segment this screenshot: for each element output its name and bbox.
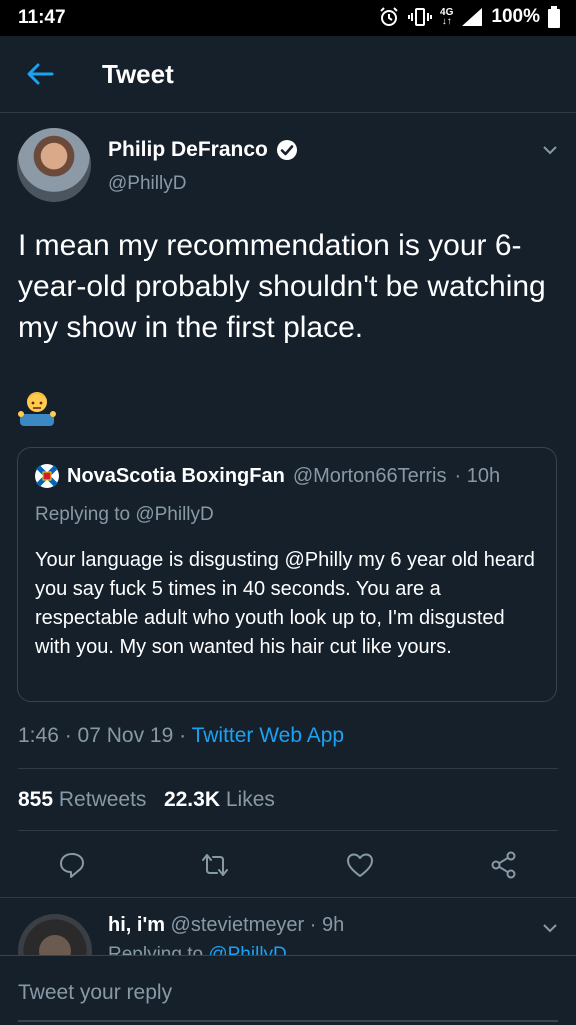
status-bar: 11:47 4G ↓↑ 100% bbox=[0, 0, 576, 36]
quoted-author-handle: @Morton66Terris bbox=[292, 464, 447, 487]
vibrate-icon bbox=[408, 8, 433, 26]
tweet-source-link[interactable]: Twitter Web App bbox=[192, 724, 345, 747]
reply-input[interactable]: Tweet your reply bbox=[18, 981, 172, 1005]
reply-time: · 9h bbox=[309, 914, 345, 936]
divider bbox=[0, 897, 576, 898]
person-shrugging-emoji-icon bbox=[18, 392, 56, 426]
battery-percent: 100% bbox=[491, 6, 540, 27]
back-arrow-icon[interactable] bbox=[24, 58, 56, 90]
reply-compose-bar[interactable]: Tweet your reply bbox=[0, 955, 576, 1025]
data-arrows-icon: ↓↑ bbox=[441, 16, 452, 27]
tweet-timestamp: 1:46 · 07 Nov 19 · bbox=[18, 724, 192, 747]
signal-icon bbox=[462, 8, 483, 26]
tweet-meta: 1:46 · 07 Nov 19 · Twitter Web App bbox=[18, 724, 344, 748]
chevron-down-icon[interactable] bbox=[540, 140, 560, 160]
retweet-icon[interactable] bbox=[200, 850, 230, 880]
alarm-icon bbox=[380, 7, 398, 26]
network-type: 4G ↓↑ bbox=[440, 8, 453, 27]
input-underline bbox=[18, 1020, 558, 1022]
divider bbox=[18, 830, 558, 831]
share-icon[interactable] bbox=[489, 850, 519, 880]
top-app-bar: Tweet bbox=[0, 36, 576, 113]
retweets-label: Retweets bbox=[58, 788, 147, 811]
battery-icon bbox=[548, 6, 560, 28]
status-icons: 4G ↓↑ 100% bbox=[378, 6, 560, 28]
quoted-tweet-time: · 10h bbox=[454, 464, 501, 487]
retweets-count: 855 bbox=[18, 788, 54, 811]
verified-badge-icon bbox=[276, 140, 297, 160]
tweet-action-bar bbox=[0, 842, 576, 888]
quoted-tweet-text: Your language is disgusting @Philly my 6… bbox=[35, 549, 535, 658]
author-handle[interactable]: @PhillyD bbox=[108, 173, 186, 195]
status-time: 11:47 bbox=[18, 7, 66, 28]
tweet-text: I mean my recommendation is your 6-year-… bbox=[18, 229, 546, 344]
author-name-row[interactable]: Philip DeFranco bbox=[108, 138, 298, 162]
page-title: Tweet bbox=[102, 59, 174, 89]
retweets-stat[interactable]: 855 Retweets bbox=[18, 788, 146, 811]
likes-label: Likes bbox=[225, 788, 275, 811]
author-avatar[interactable] bbox=[17, 128, 91, 202]
chevron-down-icon[interactable] bbox=[540, 918, 560, 938]
quoted-tweet-card[interactable]: NovaScotia BoxingFan @Morton66Terris · 1… bbox=[17, 447, 557, 702]
reply-icon[interactable] bbox=[57, 850, 87, 880]
reply-author-line: hi, i'm @stevietmeyer · 9h bbox=[108, 914, 344, 937]
quoted-tweet-header: NovaScotia BoxingFan @Morton66Terris · 1… bbox=[35, 464, 500, 488]
nova-scotia-flag-avatar-icon bbox=[35, 464, 59, 488]
reply-author-name: hi, i'm bbox=[108, 914, 165, 936]
likes-count: 22.3K bbox=[163, 788, 220, 811]
likes-stat[interactable]: 22.3K Likes bbox=[164, 788, 275, 811]
like-heart-icon[interactable] bbox=[345, 850, 375, 880]
quoted-replying-to: Replying to @PhillyD bbox=[35, 504, 214, 525]
divider bbox=[18, 768, 558, 769]
quoted-author-name: NovaScotia BoxingFan bbox=[67, 464, 285, 487]
author-name[interactable]: Philip DeFranco bbox=[108, 138, 268, 162]
reply-author-handle: @stevietmeyer bbox=[170, 914, 305, 936]
tweet-stats: 855 Retweets 22.3K Likes bbox=[18, 788, 275, 812]
